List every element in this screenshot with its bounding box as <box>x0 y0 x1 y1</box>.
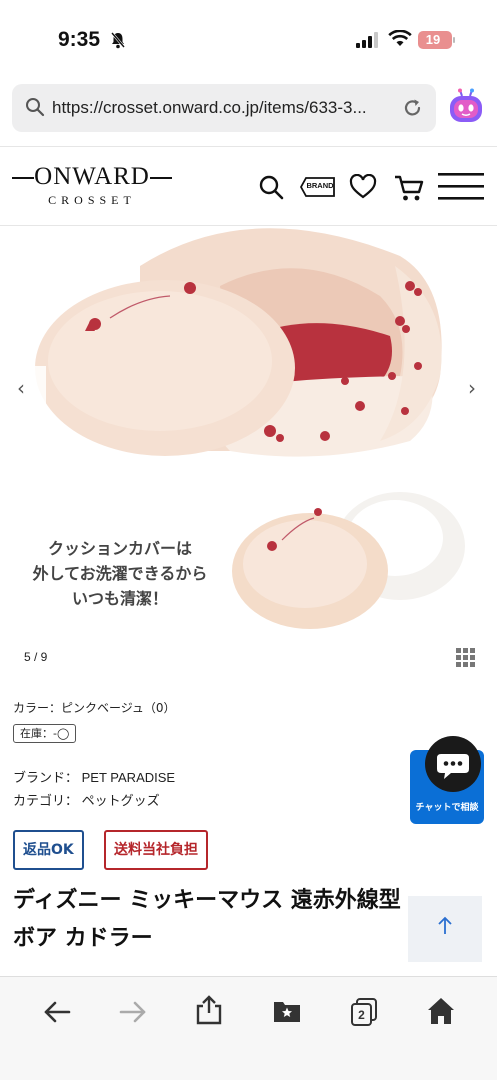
brand-key: ブランド： <box>13 771 79 786</box>
browser-toolbar: 2 <box>0 976 497 1080</box>
address-bar[interactable]: https://crosset.onward.co.jp/items/633-3… <box>12 84 436 132</box>
category-link[interactable]: ペットグッズ <box>82 794 160 809</box>
search-icon[interactable] <box>258 174 284 200</box>
brand-tag-label: BRAND <box>306 181 334 190</box>
brand-row: ブランド： PET PARADISE <box>13 767 175 786</box>
tabs-count: 2 <box>358 1008 365 1022</box>
reload-icon[interactable] <box>402 97 424 119</box>
menu-icon[interactable] <box>438 172 486 202</box>
stock-status: 在庫：-◯ <box>13 724 77 743</box>
scroll-top-button[interactable] <box>408 896 482 962</box>
category-row: カテゴリ： ペットグッズ <box>13 790 160 809</box>
back-icon[interactable] <box>42 997 72 1027</box>
brand-link[interactable]: PET PARADISE <box>82 770 175 785</box>
battery-level: 19 <box>425 32 441 47</box>
battery-tip <box>453 37 455 43</box>
url-text[interactable]: https://crosset.onward.co.jp/items/633-3… <box>52 98 367 118</box>
caption-line: 外してお洗濯できるから <box>32 564 208 583</box>
bell-slash-icon <box>111 32 125 49</box>
caption-line: クッションカバーは <box>47 539 192 558</box>
cart-icon[interactable] <box>393 174 425 202</box>
share-icon[interactable] <box>194 994 224 1026</box>
gallery-next-button[interactable]: › <box>468 376 476 400</box>
forward-icon[interactable] <box>118 997 148 1027</box>
status-time: 9:35 <box>58 28 101 51</box>
color-variant: カラー：ピンクベージュ（0） <box>13 701 176 715</box>
tabs-icon[interactable]: 2 <box>349 997 379 1027</box>
bookmarks-icon[interactable] <box>272 997 302 1025</box>
mascot-icon[interactable] <box>448 88 484 126</box>
status-bar: 9:35 19 <box>0 0 497 80</box>
chat-icon <box>437 754 469 779</box>
search-icon <box>26 98 45 117</box>
home-icon[interactable] <box>426 996 456 1026</box>
arrow-up-icon <box>438 916 452 934</box>
returns-ok-badge: 返品OK <box>13 830 84 870</box>
wifi-icon <box>388 30 412 46</box>
gallery-pager: 5 / 9 <box>24 650 48 664</box>
gallery-prev-button[interactable]: ‹ <box>17 376 25 400</box>
product-gallery[interactable]: クッションカバーは 外してお洗濯できるから いつも清潔！ ‹ › <box>0 226 497 638</box>
category-key: カテゴリ： <box>13 794 79 809</box>
site-header: ONWARD CROSSET BRAND <box>0 146 497 226</box>
caption-line: いつも清潔！ <box>71 589 168 608</box>
battery-icon: 19 <box>418 31 452 49</box>
grid-view-icon[interactable] <box>456 648 476 668</box>
brand-tag-icon[interactable]: BRAND <box>300 176 336 198</box>
signal-icon <box>356 32 378 48</box>
chat-label: チャットで相談 <box>415 803 479 813</box>
onward-logo[interactable]: ONWARD CROSSET <box>12 163 172 208</box>
logo-word: ONWARD <box>12 163 172 191</box>
heart-icon[interactable] <box>349 174 377 200</box>
image-caption: クッションカバーは 外してお洗濯できるから いつも清潔！ <box>10 536 230 611</box>
chat-bubble-button[interactable] <box>425 736 481 792</box>
free-shipping-badge: 送料当社負担 <box>104 830 208 870</box>
product-title: ディズニー ミッキーマウス 遠赤外線型 ボア カドラー <box>13 888 401 951</box>
logo-sub: CROSSET <box>48 193 136 207</box>
